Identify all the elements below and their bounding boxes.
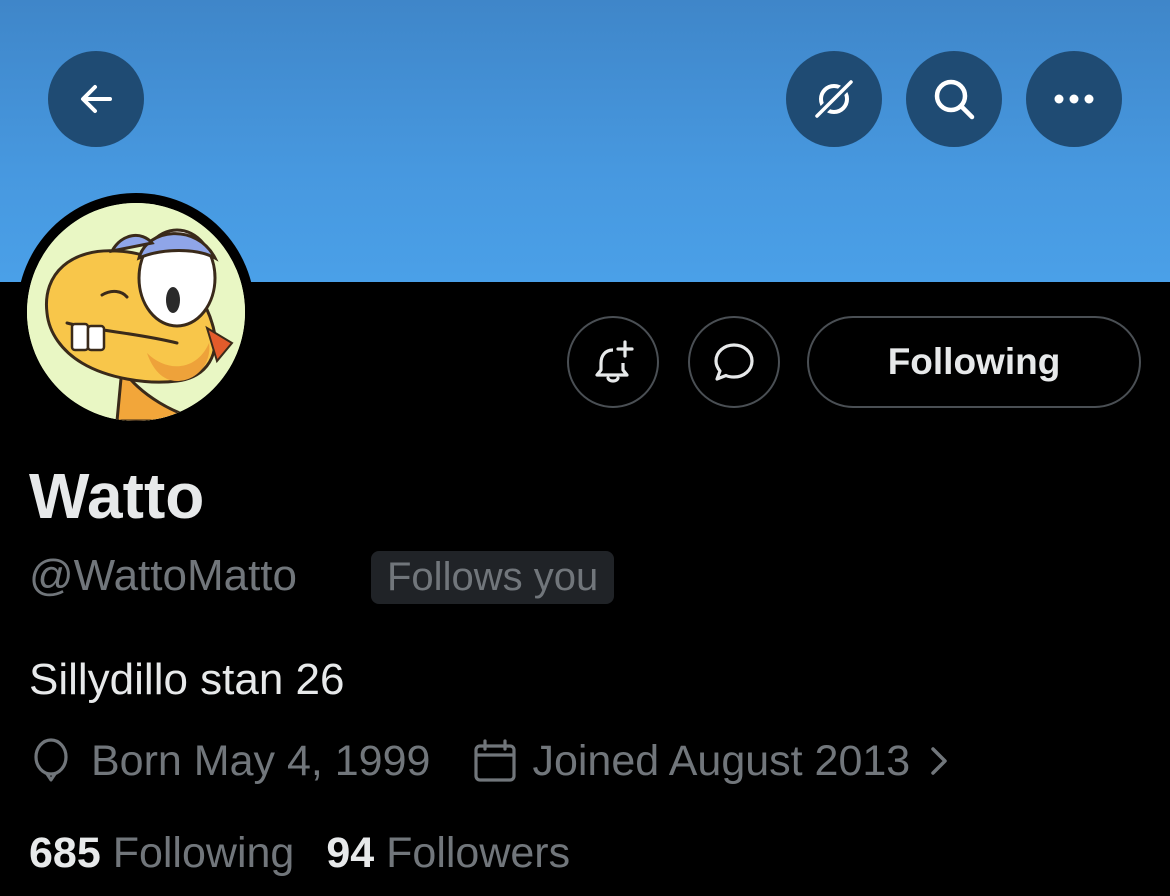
notifications-button[interactable] [567,316,659,408]
avatar-image [27,203,245,421]
search-icon [934,79,975,120]
bell-plus-icon [595,340,634,383]
birthday-text: Born May 4, 1999 [91,736,431,785]
profile-screen: Following Watto @WattoMatto Follows you … [0,0,1170,896]
display-name: Watto [29,460,205,532]
following-label: Following [112,829,295,877]
message-bubble-icon [714,343,754,381]
following-count: 685 [29,829,101,877]
followers-count: 94 [326,829,375,877]
followers-label: Followers [386,829,571,877]
more-icon [1054,94,1094,104]
avatar[interactable] [17,193,255,431]
translate-off-button[interactable] [786,51,882,147]
following-stat[interactable]: 685 Following [29,825,294,881]
user-handle: @WattoMatto [29,551,297,600]
chevron-right-icon [931,747,947,775]
followers-stat[interactable]: 94 Followers [326,825,570,881]
following-button[interactable]: Following [807,316,1141,408]
back-button[interactable] [48,51,144,147]
follow-stats: 685 Following 94 Followers [29,825,570,881]
balloon-icon [34,738,68,782]
calendar-icon [474,739,517,782]
search-button[interactable] [906,51,1002,147]
joined-text: Joined August 2013 [532,736,911,785]
birthday-item: Born May 4, 1999 [29,737,430,786]
more-button[interactable] [1026,51,1122,147]
arrow-left-icon [81,85,112,113]
joined-item[interactable]: Joined August 2013 [472,737,954,786]
follows-you-badge: Follows you [371,551,615,604]
translate-off-icon [813,78,855,120]
message-button[interactable] [688,316,780,408]
profile-meta: Born May 4, 1999 Joined August 2013 [29,733,954,789]
bio: Sillydillo stan 26 [29,655,345,704]
